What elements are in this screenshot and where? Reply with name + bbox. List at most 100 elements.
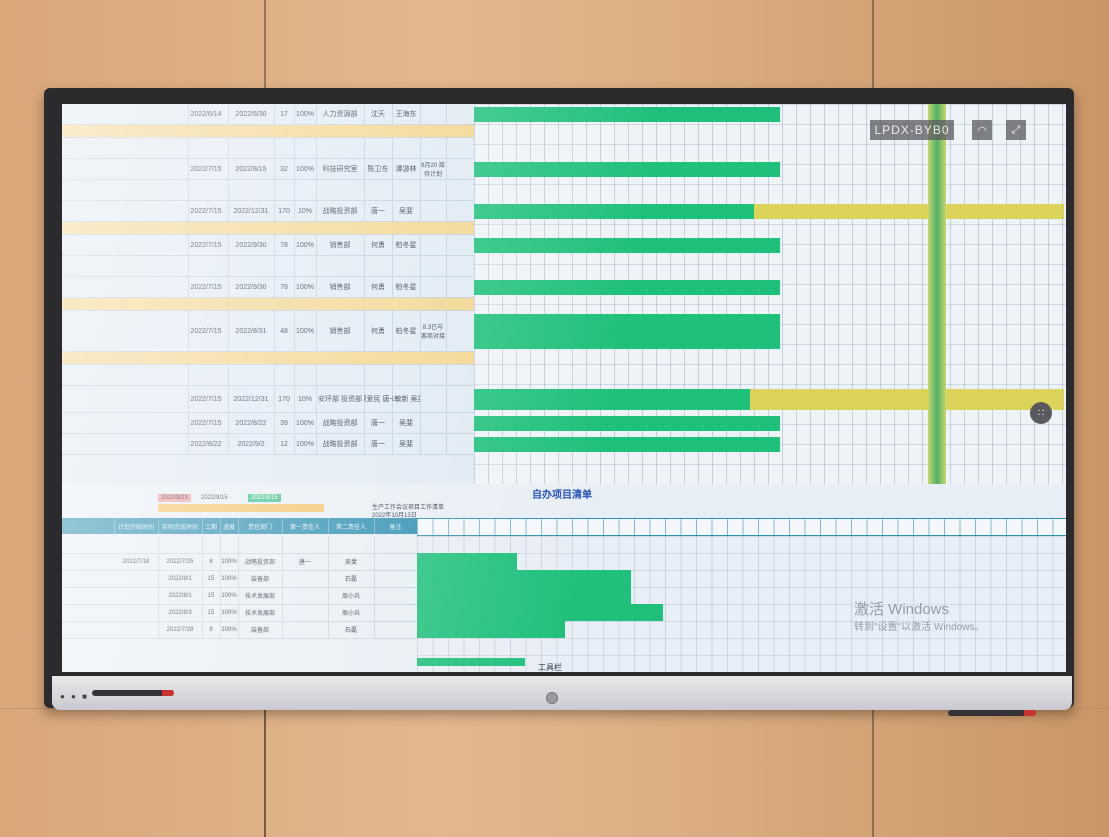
header-cell: 第二责任人 [328, 518, 375, 534]
expand-icon[interactable]: ⤢ [1006, 120, 1026, 140]
table-row[interactable]: 2022/7/15 2022/8/31 48 100% 销售部 何勇 柏冬星 8.3已与客商对… [62, 311, 474, 352]
windows-activation-hint: 转到"设置"以激活 Windows。 [854, 622, 985, 633]
chip-date-1: 2022/9/23 [158, 494, 191, 502]
cell-p1 [364, 256, 393, 276]
cell-pct [294, 180, 317, 200]
gantt-bar [474, 238, 780, 253]
cell-p1: 何勇 [364, 277, 393, 297]
cell-note [420, 201, 447, 221]
stylus-left-icon[interactable] [92, 690, 174, 696]
cell-start [184, 365, 229, 385]
cell-p1: 顾爱民 唐一 [364, 386, 393, 412]
cell-days [274, 256, 295, 276]
cell-name [62, 311, 189, 351]
cell-dept: 销售部 [316, 277, 365, 297]
header-cell: 实际完成时间 [158, 518, 203, 534]
cell-days: 17 [274, 104, 295, 124]
display-bottom-bar [52, 676, 1072, 710]
cell-end: 2022/9/2 [228, 434, 275, 454]
cell-start [184, 138, 229, 158]
table-row[interactable]: 2022/7/15 2022/9/30 78 100% 销售部 何勇 柏冬星 [62, 277, 474, 298]
cell-note [420, 277, 447, 297]
section-row[interactable] [62, 222, 474, 235]
cell-p2: 柏冬星 [392, 277, 421, 297]
cell-end [228, 256, 275, 276]
cell-p1 [282, 536, 329, 553]
cell-name [62, 180, 189, 200]
cell-days: 170 [274, 201, 295, 221]
table-row[interactable]: 2022/7/28 8 100% 装备部 石磊 [62, 621, 417, 639]
cell-dept: 装备部 [238, 570, 283, 587]
table-row[interactable]: 2022/8/1 15 100% 技术发展部 周小兵 [62, 587, 417, 605]
table-row[interactable] [62, 180, 474, 201]
cell-pct: 100% [220, 553, 239, 570]
cell-p1: 唐一 [364, 201, 393, 221]
gantt-bar [417, 604, 663, 621]
cell-end: 2022/8/3 [158, 604, 203, 621]
cell-p1: 陈卫东 [364, 159, 393, 179]
cell-p2: 吴斐 [328, 553, 375, 570]
cell-p2 [328, 536, 375, 553]
cell-p1: 何勇 [364, 311, 393, 351]
cell-start: 2022/7/18 [114, 553, 159, 570]
cell-p2: 周小兵 [328, 604, 375, 621]
section-row[interactable] [62, 352, 474, 365]
stylus-right-icon[interactable] [948, 710, 1036, 716]
section-row[interactable] [62, 298, 474, 311]
gantt-remaining-bar [750, 389, 1064, 410]
table-row[interactable]: 2022/7/15 2022/8/22 39 100% 战略投资部 唐一 吴斐 [62, 413, 474, 434]
table-row[interactable]: 2022/7/15 2022/8/15 32 100% 科技研究室 陈卫东 谭游林 8月20 … [62, 159, 474, 180]
cell-pct [294, 365, 317, 385]
cell-end [158, 536, 203, 553]
today-marker [928, 104, 946, 484]
cell-start [114, 536, 159, 553]
header-cell-name [62, 518, 115, 534]
cell-end: 2022/7/28 [158, 621, 203, 638]
cell-p1 [364, 365, 393, 385]
gantt-bar [474, 280, 780, 295]
cell-p1 [282, 604, 329, 621]
cell-days: 170 [274, 386, 295, 412]
table-row[interactable]: 2022/7/15 2022/12/31 170 10% 战略投资部 唐一 吴斐 [62, 201, 474, 222]
cell-pct: 100% [294, 434, 317, 454]
header-cell: 计划开始时间 [114, 518, 159, 534]
windows-activation-title: 激活 Windows [854, 601, 950, 618]
cell-start [114, 570, 159, 587]
chip-date-2: 2022/9/15 [201, 495, 228, 501]
cell-p2: 周小兵 [328, 587, 375, 604]
cell-name [62, 159, 189, 179]
cell-start [114, 587, 159, 604]
power-button-icon[interactable] [546, 692, 558, 704]
table-row[interactable] [62, 256, 474, 277]
table-row[interactable]: 2022/8/3 15 100% 技术发展部 周小兵 [62, 604, 417, 622]
cell-start: 2022/7/15 [184, 201, 229, 221]
cell-name [62, 138, 189, 158]
cell-note [420, 138, 447, 158]
cell-note [420, 386, 447, 412]
cell-p2: 谭游林 [392, 159, 421, 179]
wifi-icon[interactable]: ◠ [972, 120, 992, 140]
table-row[interactable]: 2022/7/15 2022/9/30 78 100% 销售部 何勇 柏冬星 [62, 235, 474, 256]
cell-name [62, 235, 189, 255]
table-row[interactable]: 2022/7/18 2022/7/25 8 100% 战略投资部 唐一 吴斐 [62, 553, 417, 571]
table-row[interactable] [62, 138, 474, 159]
cell-end [228, 138, 275, 158]
table-row[interactable]: 2022/6/14 2022/6/30 17 100% 人力资源部 沈天 王海东 [62, 104, 474, 125]
cell-name [62, 365, 189, 385]
table-row[interactable]: 2022/8/1 15 100% 装备部 石磊 [62, 570, 417, 588]
table-row[interactable] [62, 536, 417, 554]
grid-menu-icon[interactable]: ∷ [1030, 402, 1052, 424]
section-row[interactable] [62, 125, 474, 138]
cell-p2 [392, 180, 421, 200]
table-row[interactable]: 2022/7/152022/12/3117010%安环部 投资部顾爱民 唐一朱敏… [62, 386, 474, 413]
cell-pct: 10% [294, 201, 317, 221]
cell-name [62, 256, 189, 276]
cell-dept: 战略投资部 [316, 413, 365, 433]
cell-note [420, 235, 447, 255]
table-row[interactable] [62, 365, 474, 386]
gantt-bar [417, 621, 565, 638]
table-row[interactable]: 2022/8/22 2022/9/2 12 100% 战略投资部 唐一 吴斐 [62, 434, 474, 455]
cell-days: 39 [274, 413, 295, 433]
cell-p1: 何勇 [364, 235, 393, 255]
cell-dept: 销售部 [316, 311, 365, 351]
